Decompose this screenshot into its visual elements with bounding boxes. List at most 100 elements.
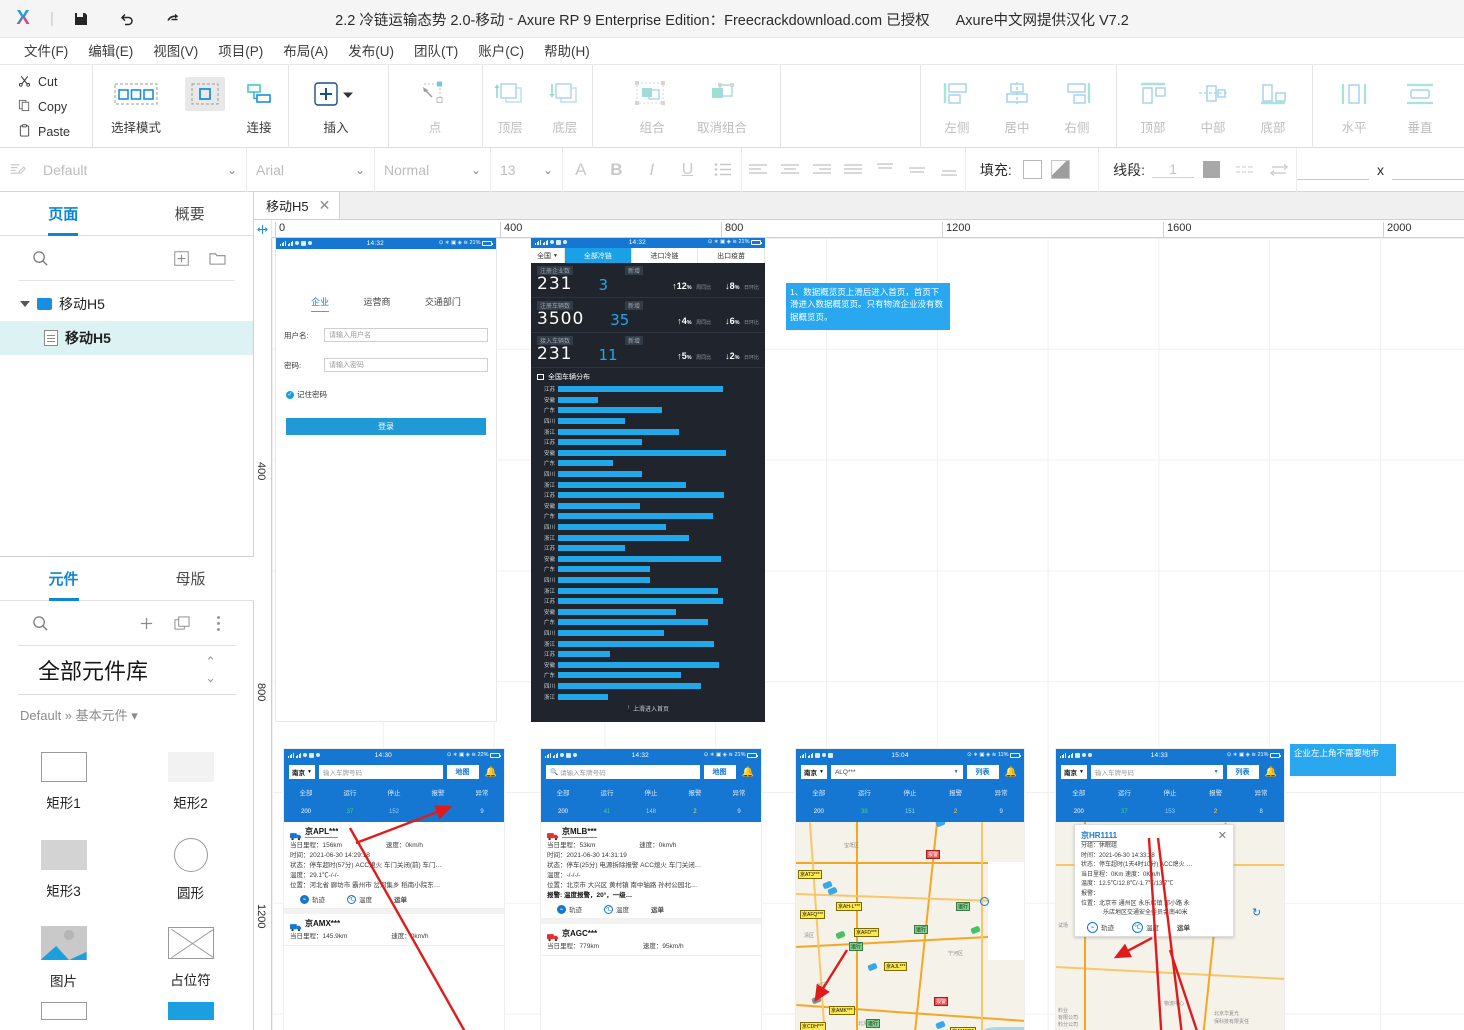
filter-running[interactable]: 运行 37 xyxy=(1102,782,1148,818)
action-temperature[interactable]: ℃ 温度 xyxy=(1132,921,1159,933)
truck-marker[interactable] xyxy=(835,930,846,940)
tab-outline[interactable]: 概要 xyxy=(127,192,254,235)
remember-password-row[interactable]: ✓ 记住密码 xyxy=(276,389,496,400)
tab-widgets[interactable]: 元件 xyxy=(0,557,127,600)
action-temperature[interactable]: ℃ 温度 xyxy=(347,894,372,904)
align-center-icon[interactable] xyxy=(774,148,806,192)
bell-icon[interactable]: 🔔 xyxy=(1003,767,1019,778)
vehicle-card-2[interactable]: 京AMX*** 当日里程：145.9km 速度：0km/h xyxy=(284,914,504,947)
sidebar-item-folder-mobile-h5[interactable]: 移动H5 xyxy=(0,287,253,321)
design-canvas[interactable]: 14:32 ⊙ ∗ ▣ ◈ ≋ 21% 企业 运营商 交通部门 用户名: 请输入… xyxy=(272,238,1464,1030)
filter-stopped[interactable]: 停止 153 xyxy=(1147,782,1193,818)
single-select-button[interactable] xyxy=(179,73,231,117)
italic-icon[interactable]: I xyxy=(635,148,669,192)
refresh-icon[interactable]: ↻ xyxy=(1252,906,1261,919)
distribute-h-button[interactable]: 水平 xyxy=(1321,73,1387,136)
plate-tag[interactable]: 京AJL*** xyxy=(884,962,908,971)
city-select[interactable]: 南京 ▼ xyxy=(1061,765,1087,779)
align-justify-icon[interactable] xyxy=(837,148,869,192)
mockup-map[interactable]: 15:04 ⊙ ∗ ▣ ◈ ≋ 11% 南京 ▼ ALQ*** ▼ 列表 🔔 全… xyxy=(795,748,1025,1030)
filter-alarm[interactable]: 报警 2 xyxy=(1193,782,1239,818)
username-input[interactable]: 请输入用户名 xyxy=(324,328,488,342)
size-select[interactable]: 13 ⌄ xyxy=(491,148,562,192)
bring-front-button[interactable]: 顶层 xyxy=(483,73,538,136)
bell-icon[interactable]: 🔔 xyxy=(1263,767,1279,778)
vehicle-popup-card[interactable]: 京HR1111 ✕ 分组：休眠组 时间：2021-06-30 14:33:28 … xyxy=(1074,824,1234,937)
fill-color-swatch[interactable] xyxy=(1023,160,1043,179)
select-mode-button[interactable]: 选择模式 xyxy=(93,73,179,136)
redo-icon[interactable] xyxy=(150,3,196,35)
align-bottom-button[interactable]: 底部 xyxy=(1243,73,1303,136)
vehicle-plate[interactable]: 京APL*** xyxy=(305,826,339,838)
search-input[interactable]: ALQ*** ▼ xyxy=(830,765,963,779)
valign-bottom-icon[interactable] xyxy=(933,148,965,192)
truck-marker[interactable] xyxy=(811,995,822,1005)
widget-rect3[interactable]: 矩形3 xyxy=(0,826,127,914)
search-input[interactable]: 输入车牌号码 ▼ xyxy=(1090,765,1223,779)
plate-tag[interactable]: 京AT3*** xyxy=(798,870,822,879)
connector-button[interactable]: 连接 xyxy=(231,73,287,136)
truck-marker[interactable] xyxy=(970,925,981,935)
paste-button[interactable]: Paste xyxy=(0,119,92,144)
close-icon[interactable]: ✕ xyxy=(319,197,331,214)
filter-alarm[interactable]: 报警 2 xyxy=(416,782,460,818)
checkbox-checked-icon[interactable]: ✓ xyxy=(286,390,294,399)
valign-top-icon[interactable] xyxy=(869,148,901,192)
insert-button[interactable]: 插入 xyxy=(301,73,371,136)
mockup-login[interactable]: 14:32 ⊙ ∗ ▣ ◈ ≋ 21% 企业 运营商 交通部门 用户名: 请输入… xyxy=(275,238,497,722)
map-button[interactable]: 地图 xyxy=(446,765,479,779)
action-track[interactable]: ⌁ 轨迹 xyxy=(300,894,325,904)
filter-stopped[interactable]: 停止 152 xyxy=(372,782,416,818)
menu-team[interactable]: 团队(T) xyxy=(404,38,468,65)
valign-middle-icon[interactable] xyxy=(901,148,933,192)
mockup-vehicle-list-b[interactable]: 14:32 ⊙ ∗ ▣ ◈ ≋ 21% 🔍 请输入车牌号码 地图 🔔 全部 20… xyxy=(540,748,762,1030)
filter-all[interactable]: 全部 200 xyxy=(541,782,585,818)
filter-abnormal[interactable]: 异常 9 xyxy=(460,782,504,818)
menu-help[interactable]: 帮助(H) xyxy=(534,38,600,65)
line-color-swatch[interactable] xyxy=(1202,161,1220,178)
search-input[interactable]: 输入车牌号码 xyxy=(318,765,443,779)
widget-partial-rect[interactable] xyxy=(40,1002,87,1020)
chevron-down-icon[interactable]: ▼ xyxy=(1214,769,1219,775)
vehicle-plate[interactable]: 京AMX*** xyxy=(305,918,340,929)
vehicle-card[interactable]: 京APL*** 当日里程：156km 速度：0km/h 时间：2021-06-3… xyxy=(284,822,504,910)
map-view[interactable]: 试场 料业 有限公司 料分公司 北京华夏光 保科技有限责任 物流中心 京A***… xyxy=(1056,822,1284,1030)
x-input[interactable] xyxy=(1297,160,1369,180)
menu-publish[interactable]: 发布(U) xyxy=(338,38,404,65)
popup-plate[interactable]: 京HR1111 xyxy=(1081,830,1118,842)
weight-select[interactable]: Normal ⌄ xyxy=(375,148,490,192)
library-selector[interactable]: 全部元件库 ⌃ ⌄ xyxy=(18,646,236,695)
line-dash-icon[interactable] xyxy=(1228,148,1262,192)
plate-tag[interactable]: 京AH-L*** xyxy=(836,902,863,911)
align-right-button[interactable]: 右侧 xyxy=(1047,73,1107,136)
action-waybill[interactable]: 运单 xyxy=(651,904,664,914)
plate-tag[interactable]: 京AMK*** xyxy=(829,1006,855,1015)
truck-marker[interactable] xyxy=(935,822,946,828)
mockup-map-popup[interactable]: 14:33 ⊙ ∗ ▣ ◈ ≋ 21% 南京 ▼ 输入车牌号码 ▼ 列表 🔔 全… xyxy=(1055,748,1285,1030)
list-button[interactable]: 列表 xyxy=(966,765,999,779)
filter-running[interactable]: 运行 37 xyxy=(328,782,372,818)
align-right-icon[interactable] xyxy=(806,148,838,192)
bell-icon[interactable]: 🔔 xyxy=(740,767,756,778)
send-back-button[interactable]: 底层 xyxy=(538,73,593,136)
filter-stopped[interactable]: 停止 148 xyxy=(629,782,673,818)
plate-tag-alarm[interactable]: 报警 xyxy=(934,997,949,1006)
list-icon[interactable] xyxy=(706,148,740,192)
align-left-icon[interactable] xyxy=(742,148,774,192)
plate-tag[interactable]: 京AFD*** xyxy=(854,928,879,937)
style-select[interactable]: Default ⌄ xyxy=(34,148,246,192)
add-icon[interactable] xyxy=(128,616,164,631)
map-view[interactable]: 宝坻区 清区 北区 宁河区 北京市 京AT3*** 京AFQ*** 京AH-L*… xyxy=(796,822,1024,1030)
add-page-icon[interactable] xyxy=(163,250,199,266)
dashboard-tab-all[interactable]: 全部冷链 xyxy=(565,248,632,263)
filter-abnormal[interactable]: 异常 9 xyxy=(978,782,1024,818)
annotation-note-city[interactable]: 企业左上角不需要地市 xyxy=(1290,744,1396,776)
menu-account[interactable]: 账户(C) xyxy=(468,38,534,65)
filter-running[interactable]: 运行 41 xyxy=(585,782,629,818)
widget-rect1[interactable]: 矩形1 xyxy=(0,738,127,826)
duplicate-icon[interactable] xyxy=(164,615,200,631)
city-select[interactable]: 南京 ▼ xyxy=(801,765,827,779)
align-top-button[interactable]: 顶部 xyxy=(1123,73,1183,136)
font-select[interactable]: Arial ⌄ xyxy=(247,148,374,192)
underline-icon[interactable]: U xyxy=(670,148,704,192)
